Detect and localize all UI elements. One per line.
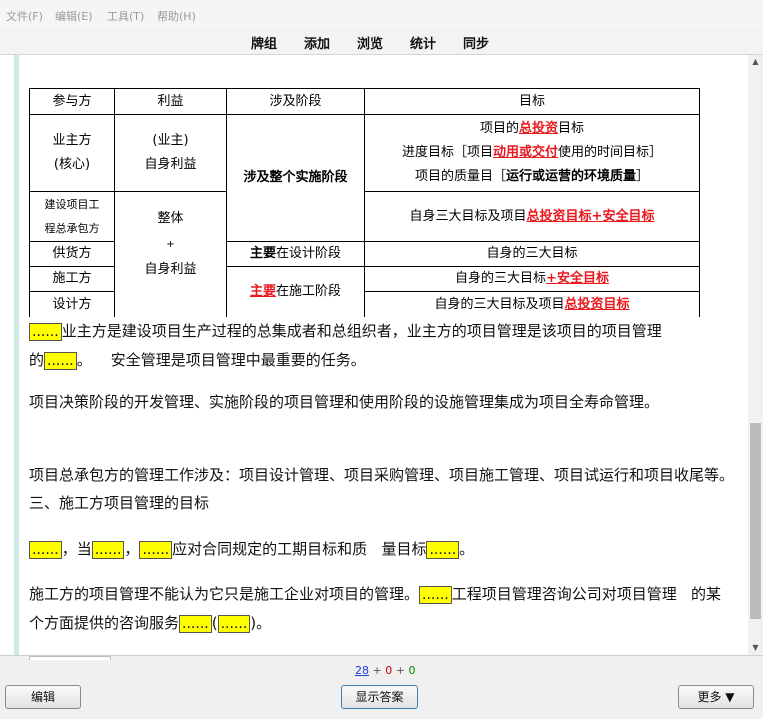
- toolbar-decks[interactable]: 牌组: [251, 33, 277, 52]
- cell-designer-goal: 自身的三大目标及项目总投资目标: [364, 291, 700, 318]
- review-count: 0: [408, 664, 416, 677]
- cloze-blank: ......: [217, 615, 251, 633]
- main-toolbar: 牌组 添加 浏览 统计 同步: [0, 28, 763, 55]
- paragraph-builder-goal: ...... ，当......，...... 应对合同规定的工期目标和质 量目标..…: [29, 535, 734, 564]
- cloze-blank: ......: [426, 541, 460, 559]
- toolbar-stats[interactable]: 统计: [410, 33, 436, 52]
- card-counts: 28 + 0 + 0: [355, 664, 416, 677]
- toolbar-browse[interactable]: 浏览: [357, 33, 383, 52]
- toolbar-sync[interactable]: 同步: [463, 33, 489, 52]
- cell-contractor: 建设项目工 程总承包方: [29, 191, 115, 242]
- more-button[interactable]: 更多 ▼: [678, 685, 754, 709]
- scroll-up-icon[interactable]: ▲: [748, 55, 763, 69]
- cell-builder: 施工方: [29, 266, 115, 292]
- cell-designer: 设计方: [29, 291, 115, 318]
- scroll-down-icon[interactable]: ▼: [748, 641, 763, 655]
- header-party: 参与方: [29, 88, 115, 115]
- bottom-bar: 28 + 0 + 0 编辑 显示答案 更多 ▼: [0, 655, 763, 719]
- table-row: 建设项目工 程总承包方 整体 + 自身利益 自身三大目标及项目总投资目标+安全目标: [29, 191, 700, 318]
- show-answer-button[interactable]: 显示答案: [341, 685, 418, 709]
- header-stage: 涉及阶段: [226, 88, 365, 115]
- cloze-blank: ......: [29, 323, 62, 341]
- paragraph-contractor: 项目总承包方的管理工作涉及：项目设计管理、项目采购管理、项目施工管理、项目试运行…: [29, 466, 735, 512]
- hidden-field-stub: [29, 656, 111, 660]
- edit-button[interactable]: 编辑: [5, 685, 81, 709]
- card-left-border: [14, 55, 19, 655]
- paragraph-lifecycle: 项目决策阶段的开发管理、实施阶段的项目管理和使用阶段的设施管理集成为项目全寿命管…: [29, 393, 660, 411]
- menu-tools[interactable]: 工具(T): [107, 8, 144, 24]
- cell-whole-interest: 整体 + 自身利益: [114, 191, 227, 318]
- paragraph-consulting: 施工方的项目管理不能认为它只是施工企业对项目的管理。...... 工程项目管理咨询…: [29, 585, 722, 633]
- cloze-blank: ......: [419, 586, 452, 604]
- menu-edit[interactable]: 编辑(E): [55, 8, 93, 24]
- stakeholder-table: 参与方 利益 涉及阶段 目标 业主方 (核心) (业主) 自身利益 涉及整个实施阶段…: [29, 88, 700, 318]
- toolbar-add[interactable]: 添加: [304, 33, 330, 52]
- cell-contractor-goal: 自身三大目标及项目总投资目标+安全目标: [364, 191, 700, 242]
- cell-supplier-stage: 主要在设计阶段: [226, 241, 365, 267]
- header-goal: 目标: [364, 88, 700, 115]
- card-content: 参与方 利益 涉及阶段 目标 业主方 (核心) (业主) 自身利益 涉及整个实施阶段…: [0, 55, 748, 655]
- cell-builder-goal: 自身的三大目标+安全目标: [364, 266, 700, 292]
- cloze-blank: ......: [44, 352, 77, 370]
- table-row: 业主方 (核心) (业主) 自身利益 涉及整个实施阶段 项目的总投资目标 进度目标［…: [29, 114, 700, 242]
- scroll-thumb[interactable]: [750, 423, 761, 619]
- menu-file[interactable]: 文件(F): [6, 8, 43, 24]
- table-header-row: 参与方 利益 涉及阶段 目标: [29, 88, 700, 115]
- menu-help[interactable]: 帮助(H): [157, 8, 196, 24]
- header-interest: 利益: [114, 88, 227, 115]
- cloze-blank: ......: [29, 541, 62, 559]
- cloze-blank: ......: [139, 541, 173, 559]
- cloze-blank: ......: [91, 541, 125, 559]
- new-count: 28: [355, 664, 369, 677]
- vertical-scrollbar[interactable]: ▲ ▼: [748, 55, 763, 655]
- cell-builder-stage: 主要在施工阶段: [226, 266, 365, 318]
- cell-owner: 业主方 (核心): [29, 114, 115, 192]
- cell-owner-interest: (业主) 自身利益: [114, 114, 227, 192]
- cell-stage-all: 涉及整个实施阶段: [226, 114, 365, 242]
- menu-bar: 文件(F) 编辑(E) 工具(T) 帮助(H): [0, 0, 763, 28]
- cell-supplier-goal: 自身的三大目标: [364, 241, 700, 267]
- cell-owner-goal: 项目的总投资目标 进度目标［项目动用或交付使用的时间目标］ 项目的质量目［运行或…: [364, 114, 700, 192]
- paragraph-owner: ...... 业主方是建设项目生产过程的总集成者和总组织者，业主方的项目管理是该项…: [29, 322, 662, 370]
- cell-supplier: 供货方: [29, 241, 115, 267]
- cloze-blank: ......: [179, 615, 212, 633]
